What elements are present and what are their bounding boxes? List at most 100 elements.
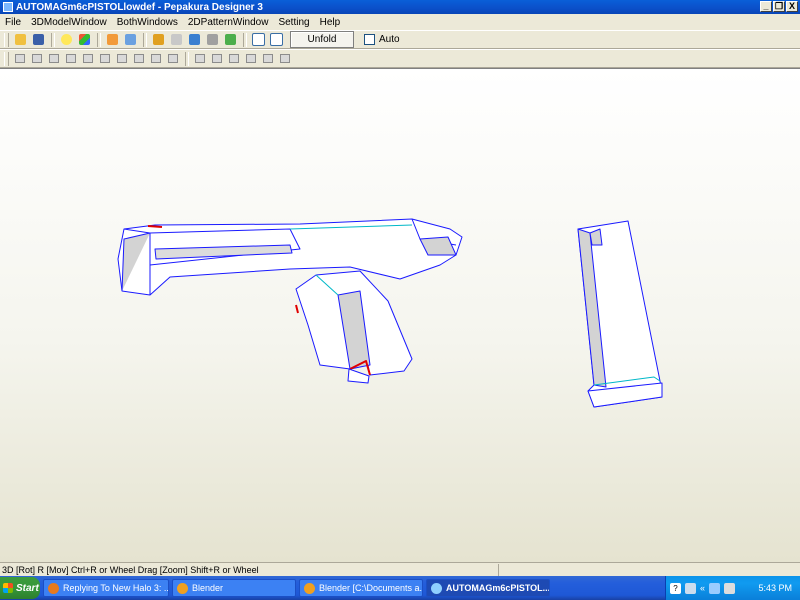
network-icon[interactable] xyxy=(685,582,696,594)
auto-checkbox[interactable]: Auto xyxy=(364,34,400,45)
join-button[interactable] xyxy=(168,32,184,47)
tool-button-16[interactable] xyxy=(277,52,292,66)
blender-icon xyxy=(304,582,315,594)
toolbar-grip[interactable] xyxy=(4,32,9,47)
open-folder-button[interactable] xyxy=(12,32,28,47)
taskbar-item-blender-2[interactable]: Blender [C:\Documents a... xyxy=(299,579,423,597)
taskbar-item-firefox[interactable]: Replying To New Halo 3: ... xyxy=(43,579,169,597)
minimize-button[interactable]: _ xyxy=(760,1,772,12)
tool-button-3[interactable] xyxy=(46,52,61,66)
menu-setting[interactable]: Setting xyxy=(273,17,314,28)
join-icon xyxy=(170,34,182,45)
toolbar-separator xyxy=(51,32,55,47)
windows-logo-icon xyxy=(3,583,13,593)
main-toolbar: Unfold Auto xyxy=(0,30,800,49)
tool-button-4[interactable] xyxy=(63,52,78,66)
tool-button-12[interactable] xyxy=(209,52,224,66)
arrow-icon xyxy=(124,34,136,45)
menu-3dmodelwindow[interactable]: 3DModelWindow xyxy=(26,17,112,28)
unfold-button[interactable]: Unfold xyxy=(290,31,354,48)
tool-button-6[interactable] xyxy=(97,52,112,66)
taskbar-item-label: Blender [C:\Documents a... xyxy=(319,583,423,593)
anchor-icon xyxy=(188,34,200,45)
help-icon[interactable]: ? xyxy=(670,582,681,594)
tool-button-14[interactable] xyxy=(243,52,258,66)
taskbar-item-label: Replying To New Halo 3: ... xyxy=(63,583,169,593)
3d-model-viewport[interactable] xyxy=(0,68,800,562)
clock[interactable]: 5:43 PM xyxy=(758,583,792,593)
tray-expand-chevron[interactable]: « xyxy=(700,583,705,593)
pepakura-icon xyxy=(431,582,442,594)
menu-bar: File 3DModelWindow BothWindows 2DPattern… xyxy=(0,14,800,30)
tool-button-2[interactable] xyxy=(29,52,44,66)
tool-button-10[interactable] xyxy=(165,52,180,66)
view-3d-button[interactable] xyxy=(250,32,266,47)
tool-button-7[interactable] xyxy=(114,52,129,66)
page-icon xyxy=(228,54,239,63)
menu-help[interactable]: Help xyxy=(315,17,346,28)
move-icon xyxy=(31,54,42,63)
tool-button-15[interactable] xyxy=(260,52,275,66)
start-label: Start xyxy=(16,582,39,594)
floppy-icon xyxy=(32,34,44,45)
shape-button[interactable] xyxy=(104,32,120,47)
volume-icon[interactable] xyxy=(724,582,736,594)
cube-icon xyxy=(78,34,90,45)
start-button[interactable]: Start xyxy=(0,577,40,599)
tool-button-1[interactable] xyxy=(12,52,27,66)
status-bar: 3D [Rot] R [Mov] Ctrl+R or Wheel Drag [Z… xyxy=(0,562,800,576)
tool-button-9[interactable] xyxy=(148,52,163,66)
light-button[interactable] xyxy=(58,32,74,47)
view-2d-button[interactable] xyxy=(268,32,284,47)
menu-2dpatternwindow[interactable]: 2DPatternWindow xyxy=(183,17,274,28)
toolbar-separator xyxy=(243,32,247,47)
texture-button[interactable] xyxy=(76,32,92,47)
color-button[interactable] xyxy=(222,32,238,47)
blender-icon xyxy=(177,582,188,594)
firefox-icon xyxy=(48,582,59,594)
toolbar-separator xyxy=(185,51,189,66)
link-icon xyxy=(133,54,144,63)
tool-button-13[interactable] xyxy=(226,52,241,66)
grid-icon xyxy=(48,54,59,63)
split-icon xyxy=(245,54,256,63)
toolbar-separator xyxy=(97,32,101,47)
toolbar-grip[interactable] xyxy=(4,51,9,66)
window-icon xyxy=(269,33,283,46)
title-bar[interactable]: AUTOMAGm6cPISTOLlowdef - Pepakura Design… xyxy=(0,0,800,14)
shape-icon xyxy=(106,34,118,45)
auto-checkbox-label: Auto xyxy=(379,34,400,45)
flap-icon xyxy=(206,34,218,45)
close-button[interactable]: X xyxy=(786,1,798,12)
monitor-icon[interactable] xyxy=(709,582,721,594)
lightbulb-icon xyxy=(60,34,72,45)
menu-bothwindows[interactable]: BothWindows xyxy=(112,17,183,28)
select-button[interactable] xyxy=(122,32,138,47)
align-icon xyxy=(262,54,273,63)
image-icon xyxy=(116,54,127,63)
pencil-icon xyxy=(152,34,164,45)
save-button[interactable] xyxy=(30,32,46,47)
taskbar-item-pepakura[interactable]: AUTOMAGm6cPISTOL... xyxy=(426,579,550,597)
ruler-icon xyxy=(99,54,110,63)
flip-icon xyxy=(82,54,93,63)
taskbar-item-label: Blender xyxy=(192,583,224,593)
text-icon xyxy=(211,54,222,63)
toolbar-separator xyxy=(143,32,147,47)
flap-button[interactable] xyxy=(204,32,220,47)
chain-icon xyxy=(150,54,161,63)
tool-button-5[interactable] xyxy=(80,52,95,66)
edit-button[interactable] xyxy=(150,32,166,47)
restore-button[interactable]: ❐ xyxy=(773,1,785,12)
zoom-icon xyxy=(14,54,25,63)
pistol-model xyxy=(117,218,663,408)
auto-checkbox-box[interactable] xyxy=(364,34,375,45)
anchor-button[interactable] xyxy=(186,32,202,47)
tool-button-11[interactable] xyxy=(192,52,207,66)
rotate-icon xyxy=(65,54,76,63)
window-controls: _ ❐ X xyxy=(760,1,798,12)
tool-button-8[interactable] xyxy=(131,52,146,66)
taskbar-item-blender-1[interactable]: Blender xyxy=(172,579,296,597)
layout-icon xyxy=(194,54,205,63)
menu-file[interactable]: File xyxy=(0,17,26,28)
